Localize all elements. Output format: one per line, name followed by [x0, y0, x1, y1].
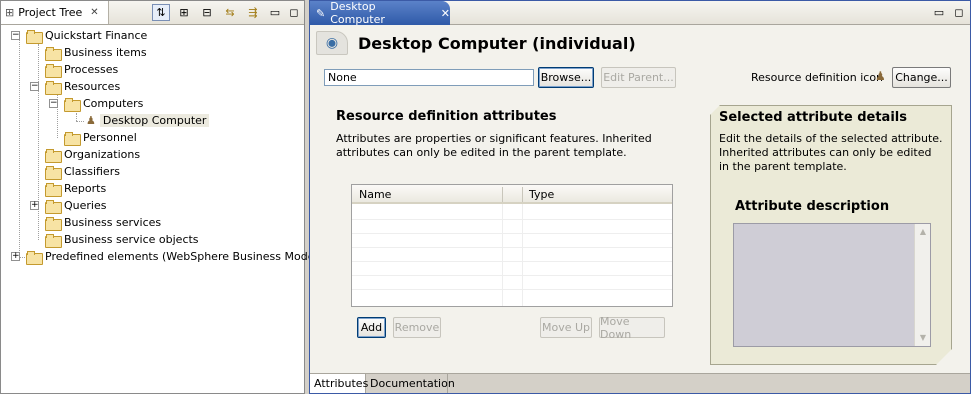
- maximize-icon[interactable]: ◻: [950, 4, 968, 21]
- tree-item-business-items[interactable]: Business items: [45, 44, 147, 61]
- person-icon: ♟: [86, 114, 96, 127]
- browse-button[interactable]: Browse...: [538, 67, 594, 88]
- attribute-details-panel: Selected attribute details Edit the deta…: [710, 105, 952, 365]
- processes-folder-icon: [45, 63, 62, 78]
- attribute-description-title: Attribute description: [735, 199, 890, 214]
- close-icon[interactable]: ✕: [90, 7, 98, 18]
- tree-item-queries[interactable]: Queries: [45, 197, 106, 214]
- project-tree-view: ⊞ Project Tree ✕ ⇅ ⊞ ⊟ ⇆ ⇶ ▭ ◻ − Quickst…: [0, 0, 333, 394]
- column-header-type[interactable]: Type: [522, 185, 554, 204]
- folder-icon: [45, 233, 62, 248]
- tab-attributes[interactable]: Attributes: [310, 374, 368, 393]
- maximize-icon[interactable]: ◻: [285, 4, 303, 21]
- add-button[interactable]: Add: [357, 317, 386, 338]
- tree-item-predefined-elements[interactable]: Predefined elements (WebSphere Business …: [26, 248, 333, 265]
- tree-item-business-services[interactable]: Business services: [45, 214, 161, 231]
- parent-template-field[interactable]: None: [324, 69, 534, 86]
- editor-page-tabs: Attributes Documentation: [310, 373, 970, 393]
- move-up-button[interactable]: Move Up: [540, 317, 592, 338]
- expand-all-icon[interactable]: ⊞: [175, 4, 193, 21]
- details-section-title: Selected attribute details: [719, 110, 907, 125]
- close-icon[interactable]: ✕: [441, 7, 450, 20]
- tab-desktop-computer[interactable]: ✎ Desktop Computer ✕: [310, 0, 450, 26]
- move-down-button[interactable]: Move Down: [599, 315, 665, 341]
- expand-toggle[interactable]: +: [11, 252, 20, 261]
- editor-tab-label: Desktop Computer: [330, 0, 385, 26]
- link-editor-icon[interactable]: ⇆: [221, 4, 239, 21]
- remove-button[interactable]: Remove: [393, 317, 441, 338]
- person-icon: ♟: [875, 69, 886, 83]
- resource-editor: ✎ Desktop Computer ✕ ▭ ◻ ◉ Desktop Compu…: [309, 0, 971, 394]
- tree-item-classifiers[interactable]: Classifiers: [45, 163, 120, 180]
- resources-folder-icon: [45, 80, 62, 95]
- tab-documentation[interactable]: Documentation: [366, 374, 455, 393]
- collapse-toggle[interactable]: −: [30, 82, 39, 91]
- project-tree-icon: ⊞: [5, 6, 15, 19]
- tab-label: Project Tree: [18, 6, 83, 19]
- tree-item-processes[interactable]: Processes: [45, 61, 118, 78]
- filter-icon[interactable]: ⇶: [244, 4, 262, 21]
- tree-item-reports[interactable]: Reports: [45, 180, 106, 197]
- minimize-icon[interactable]: ▭: [930, 4, 948, 21]
- tree-item-computers[interactable]: Computers: [64, 95, 143, 112]
- tree-item-resources[interactable]: Resources: [45, 78, 120, 95]
- editor-header: ✎ Desktop Computer ✕ ▭ ◻: [310, 0, 970, 26]
- tree-item-business-service-objects[interactable]: Business service objects: [45, 231, 199, 248]
- classifiers-folder-icon: [45, 165, 62, 180]
- resources-folder-icon: [64, 131, 81, 146]
- resource-eye-icon: ◉: [316, 31, 348, 55]
- edit-parent-button[interactable]: Edit Parent...: [601, 67, 676, 88]
- minimize-icon[interactable]: ▭: [266, 4, 284, 21]
- tree-item-quickstart-finance[interactable]: Quickstart Finance: [26, 27, 147, 44]
- attribute-description-textarea[interactable]: ▲ ▼: [733, 223, 931, 347]
- collapse-toggle[interactable]: −: [49, 99, 58, 108]
- resources-folder-icon: [64, 97, 81, 112]
- scroll-up-icon[interactable]: ▲: [918, 227, 928, 237]
- folder-icon: [45, 46, 62, 61]
- attributes-section-title: Resource definition attributes: [336, 109, 557, 124]
- change-icon-button[interactable]: Change...: [892, 67, 951, 88]
- locked-project-folder-icon: [26, 250, 43, 265]
- collapse-all-icon[interactable]: ⊟: [198, 4, 216, 21]
- tree-item-personnel[interactable]: Personnel: [64, 129, 137, 146]
- expand-toggle[interactable]: +: [30, 201, 39, 210]
- organizations-folder-icon: [45, 148, 62, 163]
- resource-icon-label: Resource definition icon: [751, 71, 884, 84]
- queries-folder-icon: [45, 199, 62, 214]
- collapse-toggle[interactable]: −: [11, 31, 20, 40]
- attributes-description: Attributes are properties or significant…: [336, 132, 652, 159]
- sort-icon[interactable]: ⇅: [152, 4, 170, 21]
- project-tree-header: ⊞ Project Tree ✕ ⇅ ⊞ ⊟ ⇆ ⇶ ▭ ◻: [1, 1, 304, 25]
- pencil-icon: ✎: [316, 6, 326, 20]
- services-folder-icon: [45, 216, 62, 231]
- page-title: Desktop Computer (individual): [358, 33, 636, 53]
- editor-body: ◉ Desktop Computer (individual) None Bro…: [310, 25, 970, 373]
- attributes-table[interactable]: Name Type: [351, 184, 673, 307]
- column-header-name[interactable]: Name: [352, 185, 502, 204]
- title-row: ◉ Desktop Computer (individual): [316, 31, 636, 55]
- table-header: Name Type: [352, 185, 672, 204]
- tab-project-tree[interactable]: ⊞ Project Tree ✕: [1, 1, 109, 24]
- tree-item-organizations[interactable]: Organizations: [45, 146, 140, 163]
- description-scrollbar[interactable]: ▲ ▼: [914, 224, 930, 346]
- reports-folder-icon: [45, 182, 62, 197]
- project-folder-icon: [26, 29, 43, 44]
- tree-item-desktop-computer[interactable]: ♟ Desktop Computer: [86, 112, 210, 129]
- details-description: Edit the details of the selected attribu…: [719, 132, 943, 173]
- scroll-down-icon[interactable]: ▼: [918, 333, 928, 343]
